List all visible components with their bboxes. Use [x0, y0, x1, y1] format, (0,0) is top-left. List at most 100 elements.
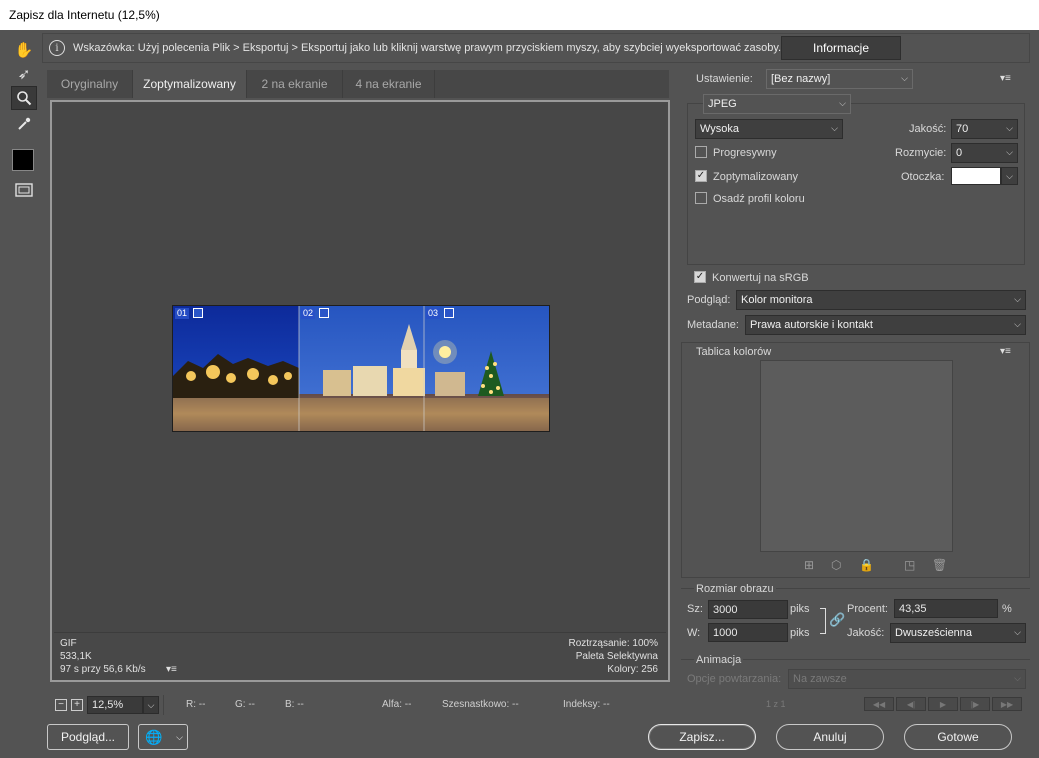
format-dropdown[interactable]: JPEG ⌵	[703, 94, 851, 114]
slice-select-tool-icon[interactable]: ➶	[11, 62, 37, 86]
shift-to-web-icon[interactable]: ⬡	[831, 558, 841, 572]
optimize-menu-icon[interactable]: ▾≡	[1000, 73, 1011, 84]
readout-g: G: --	[235, 699, 255, 710]
metadata-dropdown[interactable]: Prawa autorskie i kontakt ⌵	[745, 315, 1026, 335]
slice-02[interactable]: 02	[299, 306, 424, 431]
chevron-down-icon: ⌵	[1014, 627, 1021, 637]
loop-dropdown[interactable]: Na zawsze ⌵	[788, 669, 1026, 689]
readout-index: Indeksy: --	[563, 699, 610, 710]
quality-preset-value: Wysoka	[700, 123, 740, 135]
preset-value: [Bez nazwy]	[771, 73, 831, 85]
browser-select-button[interactable]: 🌐 ⌵	[138, 724, 188, 750]
previous-frame-icon[interactable]: ◀|	[896, 697, 926, 711]
quality-value: 70	[956, 123, 969, 135]
next-frame-icon[interactable]: |▶	[960, 697, 990, 711]
preview-tabs: Oryginalny Zoptymalizowany 2 na ekranie …	[47, 70, 669, 98]
download-speed-menu-icon[interactable]: ▾≡	[166, 664, 177, 675]
tab-optimized[interactable]: Zoptymalizowany	[133, 70, 247, 98]
chevron-down-icon: ⌵	[831, 123, 838, 133]
readout-alpha: Alfa: --	[382, 699, 412, 710]
tab-4-up[interactable]: 4 na ekranie	[343, 70, 435, 98]
height-field[interactable]: 1000	[708, 623, 788, 642]
last-frame-icon[interactable]: ▶▶	[992, 697, 1022, 711]
hand-tool-icon[interactable]: ✋	[11, 38, 37, 62]
width-unit: piks	[790, 603, 810, 615]
zoom-in-button[interactable]: +	[71, 699, 83, 711]
image-preview[interactable]: 01 02 03	[172, 305, 550, 432]
slice-type-icon	[319, 308, 329, 318]
progressive-checkbox[interactable]	[695, 146, 707, 158]
play-icon[interactable]: ▶	[928, 697, 958, 711]
optimized-label: Zoptymalizowany	[713, 171, 798, 183]
color-table-menu-icon[interactable]: ▾≡	[1000, 346, 1011, 357]
divider	[163, 695, 164, 715]
preview-in-browser-button[interactable]: Podgląd...	[47, 724, 129, 750]
resample-label: Jakość:	[847, 627, 885, 639]
progressive-label: Progresywny	[713, 147, 777, 159]
image-size-title: Rozmiar obrazu	[694, 583, 776, 595]
matte-label: Otoczka:	[901, 171, 945, 183]
zoom-tool-icon[interactable]	[11, 86, 37, 110]
slice-01[interactable]: 01	[173, 306, 299, 431]
matte-color-swatch[interactable]	[951, 167, 1001, 185]
constrain-bracket	[820, 608, 826, 634]
hint-bar: i Wskazówka: Użyj polecenia Plik > Ekspo…	[42, 33, 1030, 63]
preview-dropdown[interactable]: Kolor monitora ⌵	[736, 290, 1026, 310]
info-download-time: 97 s przy 56,6 Kb/s	[60, 664, 146, 675]
toggle-slices-icon[interactable]	[11, 178, 37, 202]
optimized-checkbox[interactable]: ✓	[695, 170, 707, 182]
eyedropper-tool-icon[interactable]	[11, 112, 37, 136]
color-table-title: Tablica kolorów	[694, 346, 774, 358]
embed-profile-checkbox[interactable]	[695, 192, 707, 204]
preview-value: Kolor monitora	[741, 294, 813, 306]
status-bar: − + 12,5% ⌵ R: -- G: -- B: -- Alfa: -- S…	[47, 695, 669, 717]
slice-number: 01	[175, 308, 190, 319]
blur-value: 0	[956, 147, 963, 159]
eyedropper-color-swatch[interactable]	[12, 149, 34, 171]
zoom-level-field[interactable]: 12,5%	[87, 696, 143, 714]
delete-color-icon[interactable]: 🗑	[932, 558, 947, 572]
percent-field[interactable]: 43,35	[894, 599, 998, 618]
width-field[interactable]: 3000	[708, 600, 788, 619]
new-color-icon[interactable]: ◳	[904, 558, 915, 572]
preset-dropdown[interactable]: [Bez nazwy] ⌵	[766, 69, 913, 89]
map-to-web-icon[interactable]: ⊞	[804, 558, 814, 572]
tab-2-up[interactable]: 2 na ekranie	[247, 70, 343, 98]
window-title: Zapisz dla Internetu (12,5%)	[9, 8, 160, 22]
preset-label: Ustawienie:	[696, 73, 753, 85]
zoom-out-button[interactable]: −	[55, 699, 67, 711]
toolbox: ✋ ➶	[0, 30, 42, 758]
quality-field[interactable]: 70 ⌵	[951, 119, 1018, 139]
percent-unit: %	[1002, 603, 1012, 615]
chevron-down-icon: ⌵	[176, 731, 183, 742]
embed-profile-label: Osadź profil koloru	[713, 193, 805, 205]
width-label: Sz:	[687, 603, 703, 615]
format-value: JPEG	[708, 98, 737, 110]
slice-type-icon	[444, 308, 454, 318]
first-frame-icon[interactable]: ◀◀	[864, 697, 894, 711]
tab-original[interactable]: Oryginalny	[47, 70, 133, 98]
height-label: W:	[687, 627, 701, 639]
chevron-down-icon: ⌵	[1014, 319, 1021, 329]
slice-type-icon	[193, 308, 203, 318]
convert-srgb-checkbox[interactable]: ✓	[694, 271, 706, 283]
resample-value: Dwusześcienna	[895, 627, 973, 639]
slice-03[interactable]: 03	[424, 306, 549, 431]
cancel-button[interactable]: Anuluj	[776, 724, 884, 750]
blur-field[interactable]: 0 ⌵	[951, 143, 1018, 163]
convert-srgb-label: Konwertuj na sRGB	[712, 272, 809, 284]
quality-label: Jakość:	[909, 123, 947, 135]
slice-number: 03	[426, 308, 441, 319]
save-button[interactable]: Zapisz...	[648, 724, 756, 750]
matte-chevron-down-icon[interactable]: ⌵	[1001, 167, 1018, 185]
zoom-dropdown-chevron-icon[interactable]: ⌵	[143, 696, 159, 714]
resample-dropdown[interactable]: Dwusześcienna ⌵	[890, 623, 1026, 643]
done-button[interactable]: Gotowe	[904, 724, 1012, 750]
quality-preset-dropdown[interactable]: Wysoka ⌵	[695, 119, 843, 139]
readout-r: R: --	[186, 699, 206, 710]
color-table-grid[interactable]	[760, 360, 953, 552]
slice-number: 02	[301, 308, 316, 319]
link-icon[interactable]: 🔗	[829, 612, 845, 628]
information-button[interactable]: Informacje	[781, 36, 901, 60]
lock-color-icon[interactable]: 🔒	[859, 558, 874, 572]
